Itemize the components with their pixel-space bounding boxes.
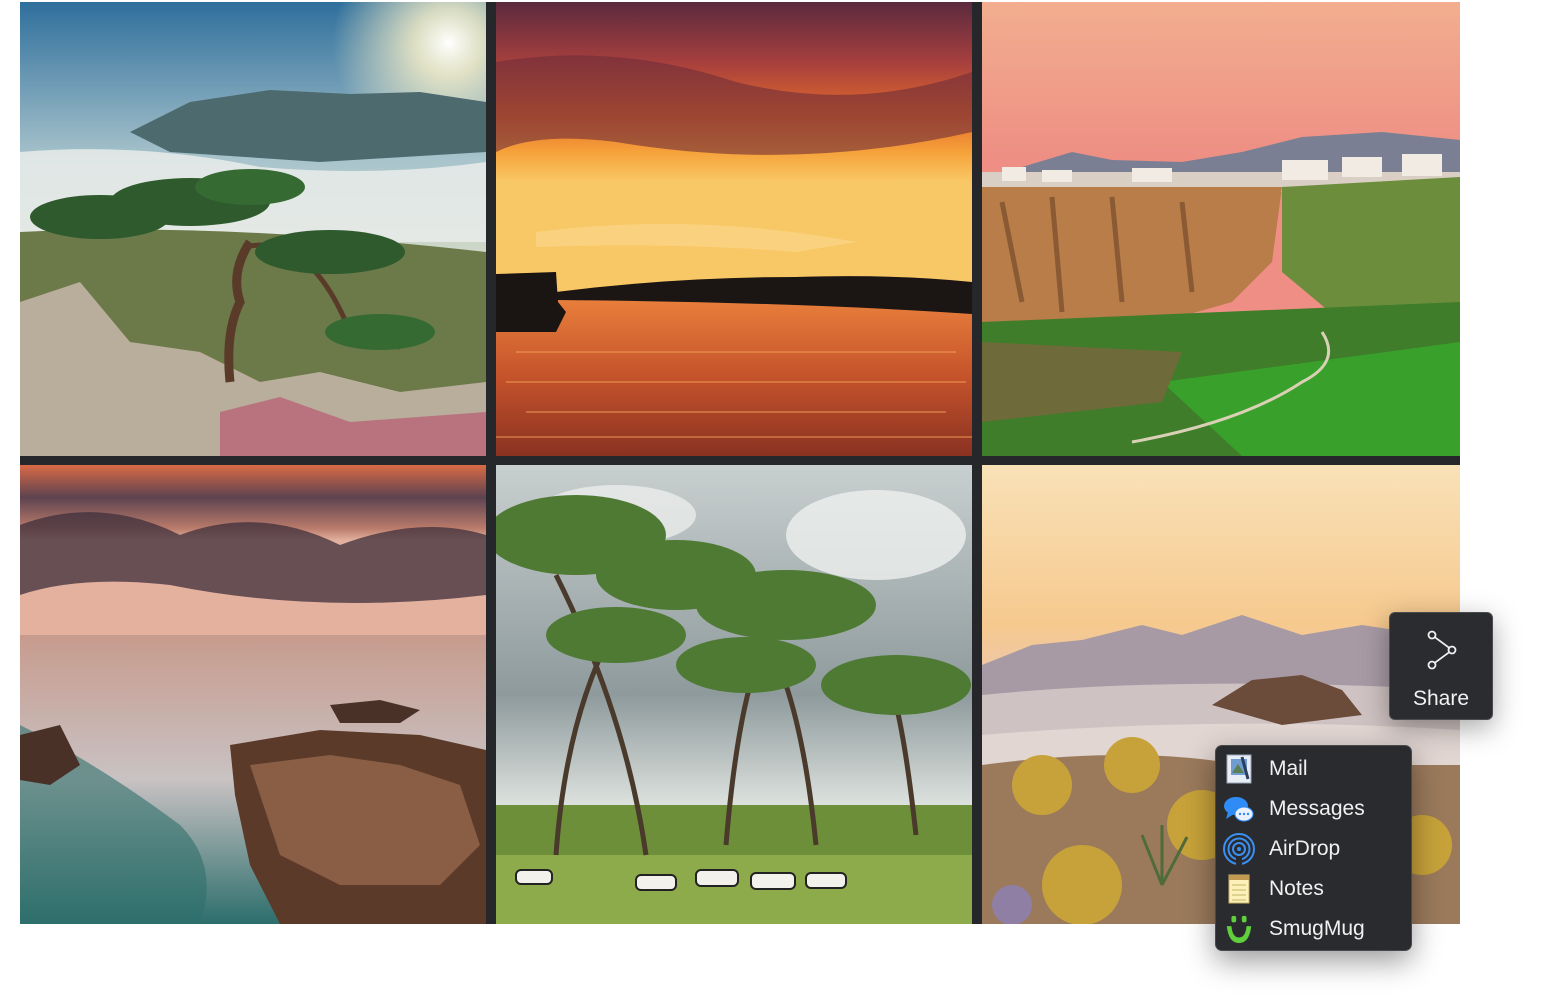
messages-icon — [1224, 797, 1254, 822]
share-menu-item-notes[interactable]: Notes — [1216, 869, 1411, 909]
photo-savanna-zebras[interactable] — [496, 465, 972, 924]
smugmug-icon — [1226, 915, 1252, 944]
share-menu-item-label: Messages — [1269, 797, 1365, 820]
photo-cliff-town-image — [982, 2, 1460, 456]
share-menu-item-airdrop[interactable]: AirDrop — [1216, 829, 1411, 869]
share-button[interactable]: Share — [1389, 612, 1493, 720]
photo-rocky-shore[interactable] — [20, 465, 486, 924]
photo-savanna-zebras-image — [496, 465, 972, 924]
share-menu-item-mail[interactable]: Mail — [1216, 749, 1411, 789]
notes-icon — [1228, 874, 1250, 904]
share-menu-item-label: Mail — [1269, 757, 1308, 780]
share-menu-item-label: SmugMug — [1269, 917, 1365, 940]
share-menu: Mail Messages AirDrop Notes SmugMug — [1215, 745, 1412, 951]
share-menu-item-label: Notes — [1269, 877, 1324, 900]
mail-icon — [1226, 754, 1252, 784]
photo-pine-tree-image — [20, 2, 486, 456]
photo-cliff-town[interactable] — [982, 2, 1460, 456]
airdrop-icon — [1223, 833, 1255, 865]
share-menu-item-messages[interactable]: Messages — [1216, 789, 1411, 829]
share-menu-item-label: AirDrop — [1269, 837, 1341, 860]
photo-rocky-shore-image — [20, 465, 486, 924]
share-menu-item-smugmug[interactable]: SmugMug — [1216, 909, 1411, 949]
photo-river-sunset[interactable] — [496, 2, 972, 456]
photo-pine-tree[interactable] — [20, 2, 486, 456]
photo-river-sunset-image — [496, 2, 972, 456]
share-button-label: Share — [1412, 687, 1470, 710]
share-icon — [1427, 630, 1457, 670]
